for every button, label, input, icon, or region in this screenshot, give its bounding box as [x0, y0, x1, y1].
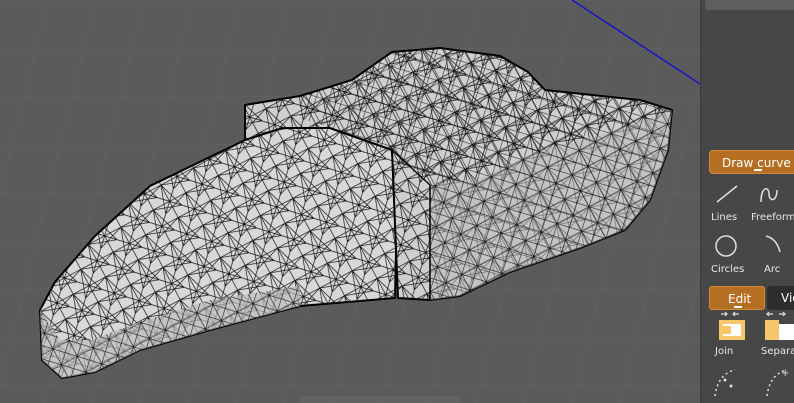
- freeform-icon: [760, 188, 778, 203]
- tab-view-label: Vie: [781, 291, 794, 305]
- draw-curve-header[interactable]: Draw curve: [709, 150, 794, 174]
- header-underline: [754, 169, 762, 171]
- viewport-bottom-toolbar: [300, 396, 460, 403]
- arc-icon: [765, 235, 781, 253]
- partial-tools-row: +: [714, 368, 789, 397]
- freeform-tool-button[interactable]: Freeform: [751, 178, 794, 230]
- 3d-viewport[interactable]: [0, 0, 700, 403]
- join-icon: [719, 311, 745, 340]
- draw-curve-header-label: Draw curve: [722, 156, 791, 170]
- lines-tool-label: Lines: [711, 212, 738, 223]
- separate-icon: [765, 311, 794, 340]
- separate-tool-button[interactable]: Separat: [761, 311, 794, 364]
- svg-text:+: +: [781, 368, 789, 379]
- panel-top-bar: [705, 0, 794, 10]
- tab-edit[interactable]: Edit: [709, 286, 765, 310]
- viewport-canvas[interactable]: [0, 0, 700, 403]
- join-tool-label: Join: [715, 346, 734, 357]
- tab-view[interactable]: Vie: [767, 286, 794, 310]
- line-icon: [716, 185, 738, 203]
- arc-tool-button[interactable]: Arc: [764, 230, 794, 282]
- circles-tool-label: Circles: [711, 264, 745, 275]
- tool-panel: Draw curve Lines Freeform Circles Arc Ed…: [700, 0, 794, 403]
- circles-tool-button[interactable]: Circles: [711, 230, 767, 282]
- separate-tool-label: Separat: [761, 346, 794, 357]
- arc-tool-label: Arc: [764, 264, 781, 275]
- freeform-tool-label: Freeform: [751, 212, 794, 223]
- circle-icon: [715, 235, 737, 257]
- tab-edit-underline: [734, 306, 742, 308]
